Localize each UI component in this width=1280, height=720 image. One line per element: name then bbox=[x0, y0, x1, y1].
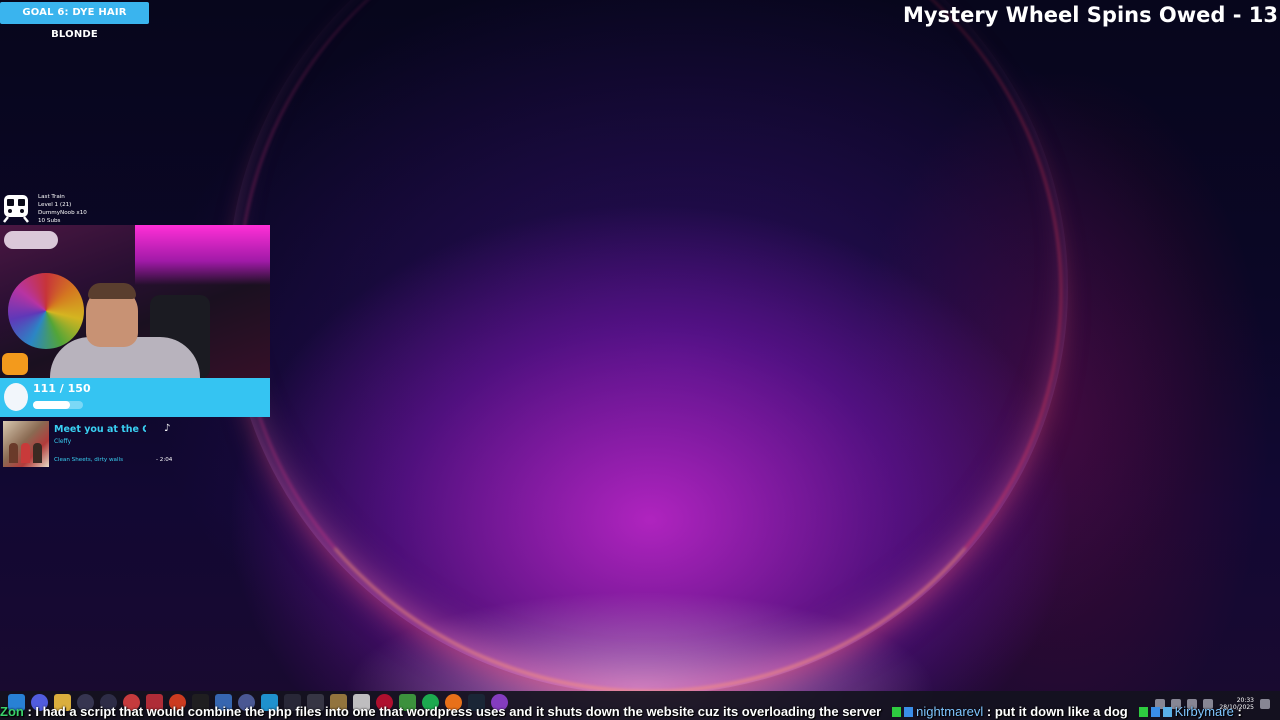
train-subs: 10 Subs bbox=[38, 218, 61, 224]
song-time-remaining: - 2:04 bbox=[156, 457, 173, 463]
train-level: Level 1 (21) bbox=[38, 202, 72, 208]
sub-goal-count: 111 / 150 bbox=[33, 382, 91, 395]
sub-goal-bar: 111 / 150 bbox=[0, 378, 270, 417]
now-playing-widget: Meet you at the Gravi ♪ Cleffy Clean She… bbox=[0, 420, 180, 468]
chat-badge-icon bbox=[904, 707, 914, 717]
sub-goal-progress-fill bbox=[33, 401, 70, 409]
webcam-mascot-icon bbox=[2, 353, 28, 375]
train-user: DummyNoob x10 bbox=[38, 210, 87, 216]
album-art bbox=[3, 421, 49, 467]
chat-badge-icon bbox=[1150, 707, 1160, 717]
chat-badge-icon bbox=[892, 707, 902, 717]
chat-badge-icon bbox=[1162, 707, 1172, 717]
goal-badge: GOAL 6: DYE HAIR BLONDE bbox=[0, 2, 149, 40]
chat-msg2-text: : put it down like a dog bbox=[986, 704, 1128, 719]
webcam-prize-wheel bbox=[8, 273, 84, 349]
chat-msg3-user: Kirbymare bbox=[1174, 704, 1234, 719]
hype-train-widget: Last Train Level 1 (21) DummyNoob x10 10… bbox=[0, 192, 140, 226]
chat-msg2-user: nightmarevl bbox=[916, 704, 984, 719]
sub-goal-progress-track bbox=[33, 401, 83, 409]
webcam-led-lights bbox=[135, 225, 270, 285]
clock-time: 20:33 bbox=[1236, 697, 1254, 704]
song-artist: Cleffy bbox=[54, 438, 72, 445]
webcam-feed bbox=[0, 225, 270, 378]
webcam-streamer-hair bbox=[88, 283, 136, 299]
chat-msg3-text: : bbox=[1237, 704, 1242, 719]
chat-ticker: Zon : I had a script that would combine … bbox=[0, 704, 1280, 720]
webcam-neon-sign bbox=[4, 231, 58, 249]
mascot-icon bbox=[4, 383, 28, 411]
chat-badge-icon bbox=[1138, 707, 1148, 717]
chat-msg1-prefix: Zon bbox=[0, 704, 24, 719]
music-note-icon: ♪ bbox=[164, 423, 171, 434]
song-title: Meet you at the Gravi bbox=[54, 424, 146, 435]
mystery-wheel-counter: Mystery Wheel Spins Owed - 13 bbox=[902, 3, 1278, 27]
chat-msg1-text: : I had a script that would combine the … bbox=[27, 704, 882, 719]
train-icon bbox=[3, 195, 29, 223]
song-album: Clean Sheets, dirty walls bbox=[54, 457, 124, 463]
train-title: Last Train bbox=[38, 194, 65, 200]
